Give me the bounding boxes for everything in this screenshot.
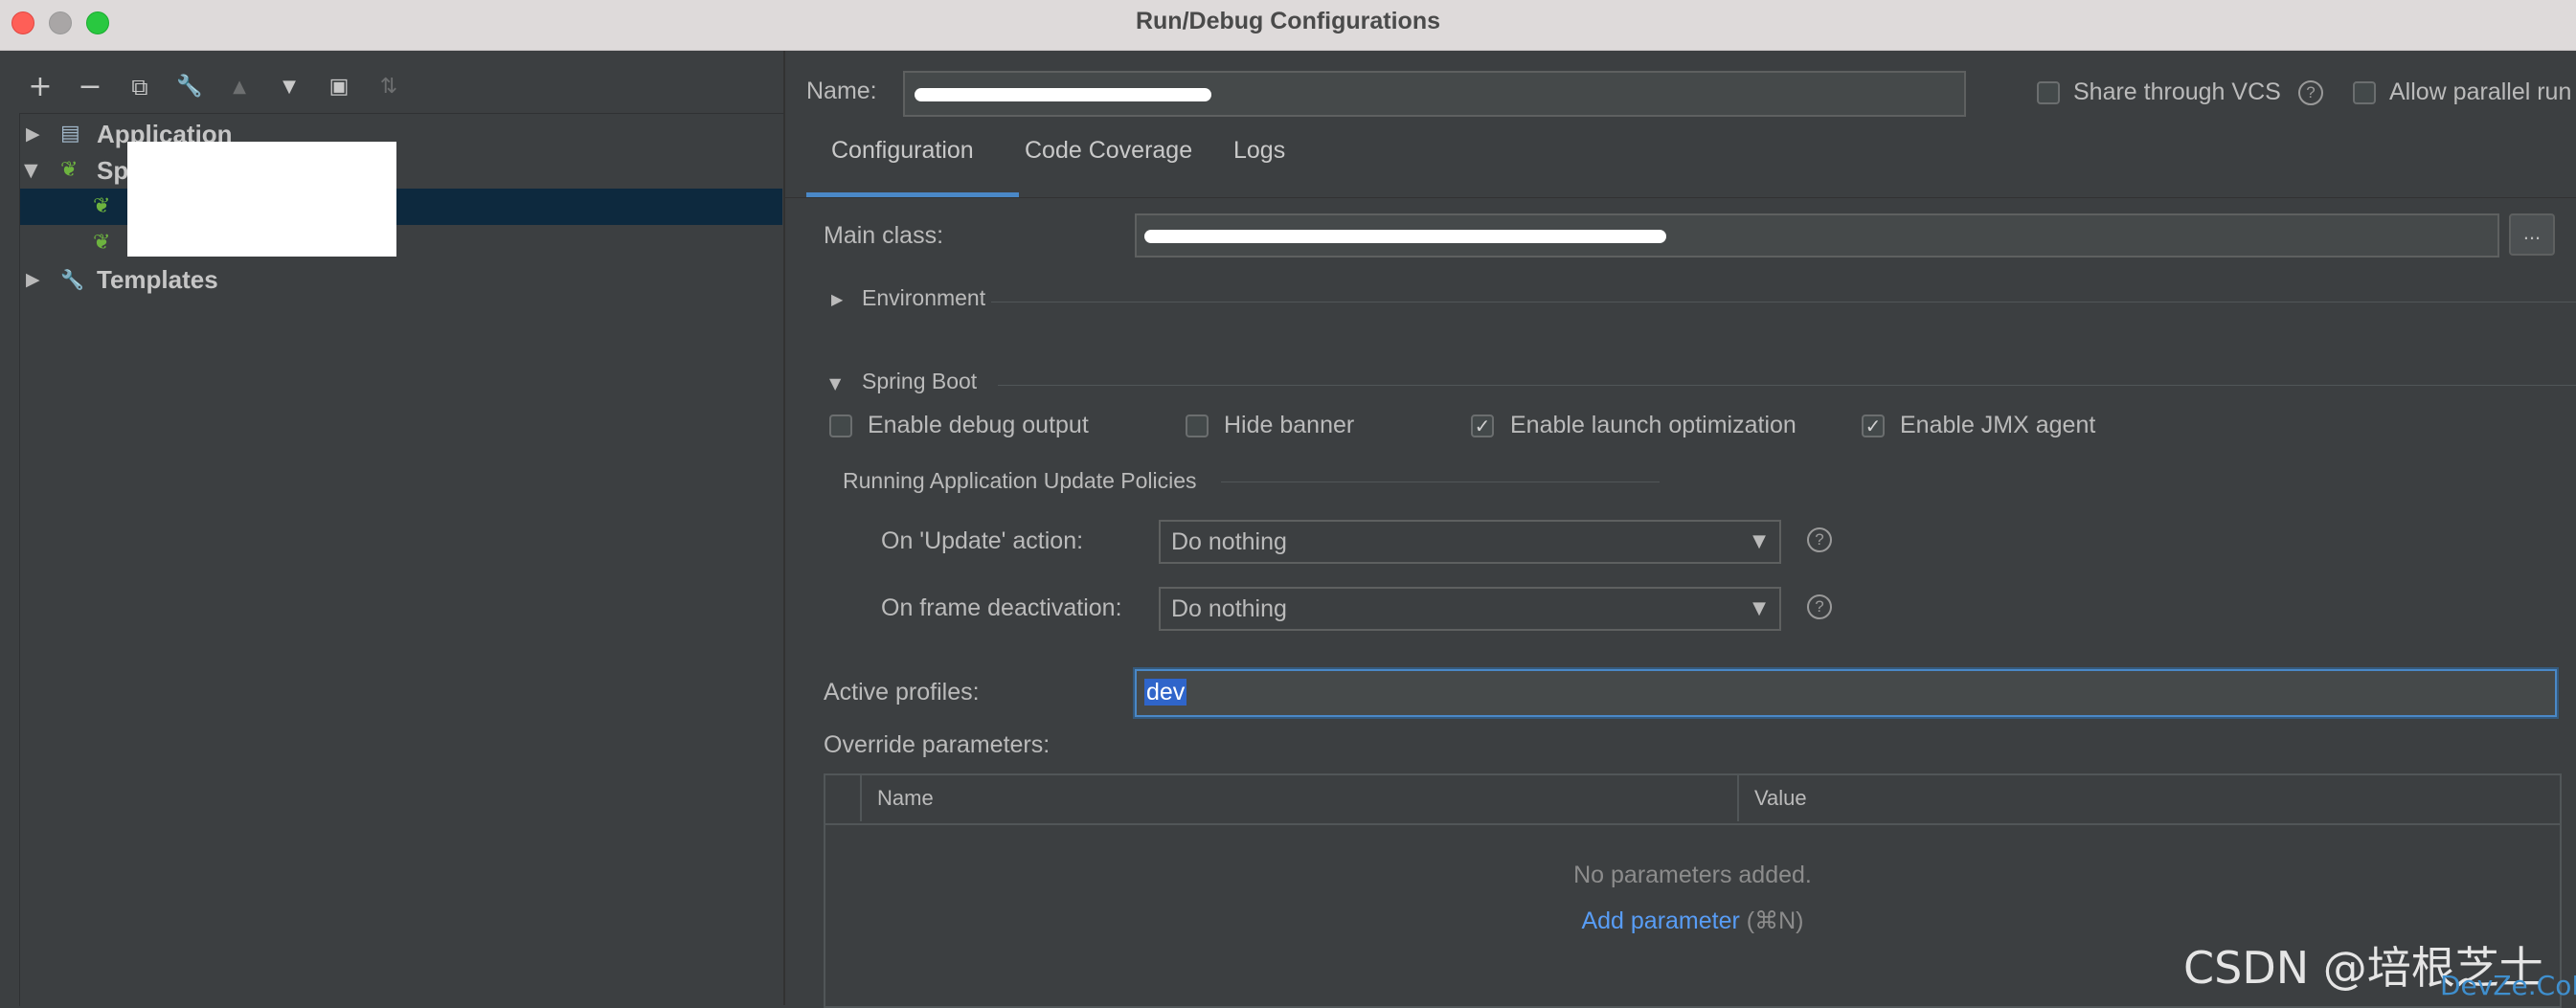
table-header: Name Value xyxy=(825,775,2560,825)
tab-logs[interactable]: Logs xyxy=(1233,137,1285,165)
override-parameters-label: Override parameters: xyxy=(824,731,1051,758)
add-parameter-link[interactable]: Add parameter xyxy=(1581,907,1739,934)
checkbox-label: Enable JMX agent xyxy=(1900,412,2096,438)
select-value: Do nothing xyxy=(1171,595,1287,622)
wrench-icon[interactable]: 🔧 xyxy=(170,68,209,106)
browse-button[interactable]: ... xyxy=(2509,213,2555,256)
on-frame-select[interactable]: Do nothing ▼ xyxy=(1159,587,1781,631)
enable-jmx-agent-checkbox[interactable]: ✓ xyxy=(1862,414,1885,437)
add-parameter-row: Add parameter (⌘N) xyxy=(825,907,2560,935)
allow-parallel-checkbox[interactable] xyxy=(2353,81,2376,104)
shortcut-hint: (⌘N) xyxy=(1746,907,1804,934)
redacted-text xyxy=(1144,230,1666,243)
arrow-up-icon[interactable]: ▲ xyxy=(220,68,259,106)
tree-item-templates[interactable]: ▶ 🔧 Templates xyxy=(20,261,782,298)
expand-arrow-icon[interactable]: ▶ xyxy=(26,261,40,298)
main-class-field[interactable] xyxy=(1135,213,2499,258)
section-divider xyxy=(998,385,2576,386)
checkbox-label: Hide banner xyxy=(1224,412,1355,438)
spring-boot-icon: ❦ xyxy=(60,158,79,182)
environment-section-toggle[interactable]: Environment xyxy=(862,285,985,311)
active-profiles-value: dev xyxy=(1144,679,1187,706)
wrench-icon: 🔧 xyxy=(60,268,84,291)
chevron-down-icon: ▼ xyxy=(1752,531,1766,551)
collapse-arrow-icon[interactable]: ▼ xyxy=(829,374,841,392)
active-profiles-label: Active profiles: xyxy=(824,679,980,706)
spring-boot-icon: ❦ xyxy=(93,194,111,218)
share-vcs-label: Share through VCS xyxy=(2073,78,2281,105)
active-profiles-field[interactable]: dev xyxy=(1135,669,2557,717)
enable-launch-optimization-checkbox[interactable]: ✓ xyxy=(1471,414,1494,437)
minus-icon[interactable]: − xyxy=(71,68,109,106)
expand-arrow-icon[interactable]: ▶ xyxy=(26,116,40,152)
copy-icon[interactable]: ⧉ xyxy=(121,68,159,106)
help-icon[interactable]: ? xyxy=(1807,594,1832,619)
allow-parallel-label: Allow parallel run xyxy=(2389,78,2572,105)
redacted-text xyxy=(915,88,1211,101)
column-divider xyxy=(1737,775,1739,821)
title-bar: Run/Debug Configurations xyxy=(0,0,2576,51)
checkbox-label: Enable launch optimization xyxy=(1510,412,1796,438)
configuration-editor: Name: Share through VCS ? Allow parallel… xyxy=(785,51,2576,1008)
plus-icon[interactable]: + xyxy=(21,68,59,106)
on-frame-label: On frame deactivation: xyxy=(881,594,1122,621)
checkbox-label: Enable debug output xyxy=(868,412,1089,438)
enable-debug-output-checkbox[interactable] xyxy=(829,414,852,437)
tree-item-label: Templates xyxy=(97,265,218,294)
devze-watermark: DevZe.CoM xyxy=(2440,970,2576,1001)
help-icon[interactable]: ? xyxy=(2298,80,2323,105)
arrow-down-icon[interactable]: ▼ xyxy=(270,68,308,106)
tabs-divider xyxy=(785,197,2576,198)
column-divider xyxy=(860,775,862,821)
main-class-label: Main class: xyxy=(824,222,944,249)
help-icon[interactable]: ? xyxy=(1807,527,1832,552)
new-folder-icon[interactable]: ▣ xyxy=(320,68,358,106)
name-field[interactable] xyxy=(903,71,1966,117)
tab-code-coverage[interactable]: Code Coverage xyxy=(1025,137,1192,165)
tab-configuration[interactable]: Configuration xyxy=(831,137,974,165)
collapse-arrow-icon[interactable]: ▼ xyxy=(24,152,38,189)
column-header-value[interactable]: Value xyxy=(1754,775,1807,821)
name-label: Name: xyxy=(806,78,877,104)
window-title: Run/Debug Configurations xyxy=(1135,8,1441,34)
sort-icon[interactable]: ⇅ xyxy=(370,68,408,106)
spring-boot-icon: ❦ xyxy=(93,231,111,255)
expand-arrow-icon[interactable]: ▶ xyxy=(831,290,843,308)
on-update-label: On 'Update' action: xyxy=(881,527,1084,554)
column-header-name[interactable]: Name xyxy=(877,775,934,821)
on-update-select[interactable]: Do nothing ▼ xyxy=(1159,520,1781,564)
hide-banner-checkbox[interactable] xyxy=(1186,414,1209,437)
chevron-down-icon: ▼ xyxy=(1752,598,1766,618)
select-value: Do nothing xyxy=(1171,528,1287,555)
share-vcs-checkbox[interactable] xyxy=(2037,81,2060,104)
application-icon: ▤ xyxy=(60,122,80,146)
update-policies-heading: Running Application Update Policies xyxy=(843,468,1197,493)
empty-table-message: No parameters added. xyxy=(1573,862,1812,888)
redaction-block xyxy=(127,142,396,257)
spring-boot-section-toggle[interactable]: Spring Boot xyxy=(862,369,977,394)
